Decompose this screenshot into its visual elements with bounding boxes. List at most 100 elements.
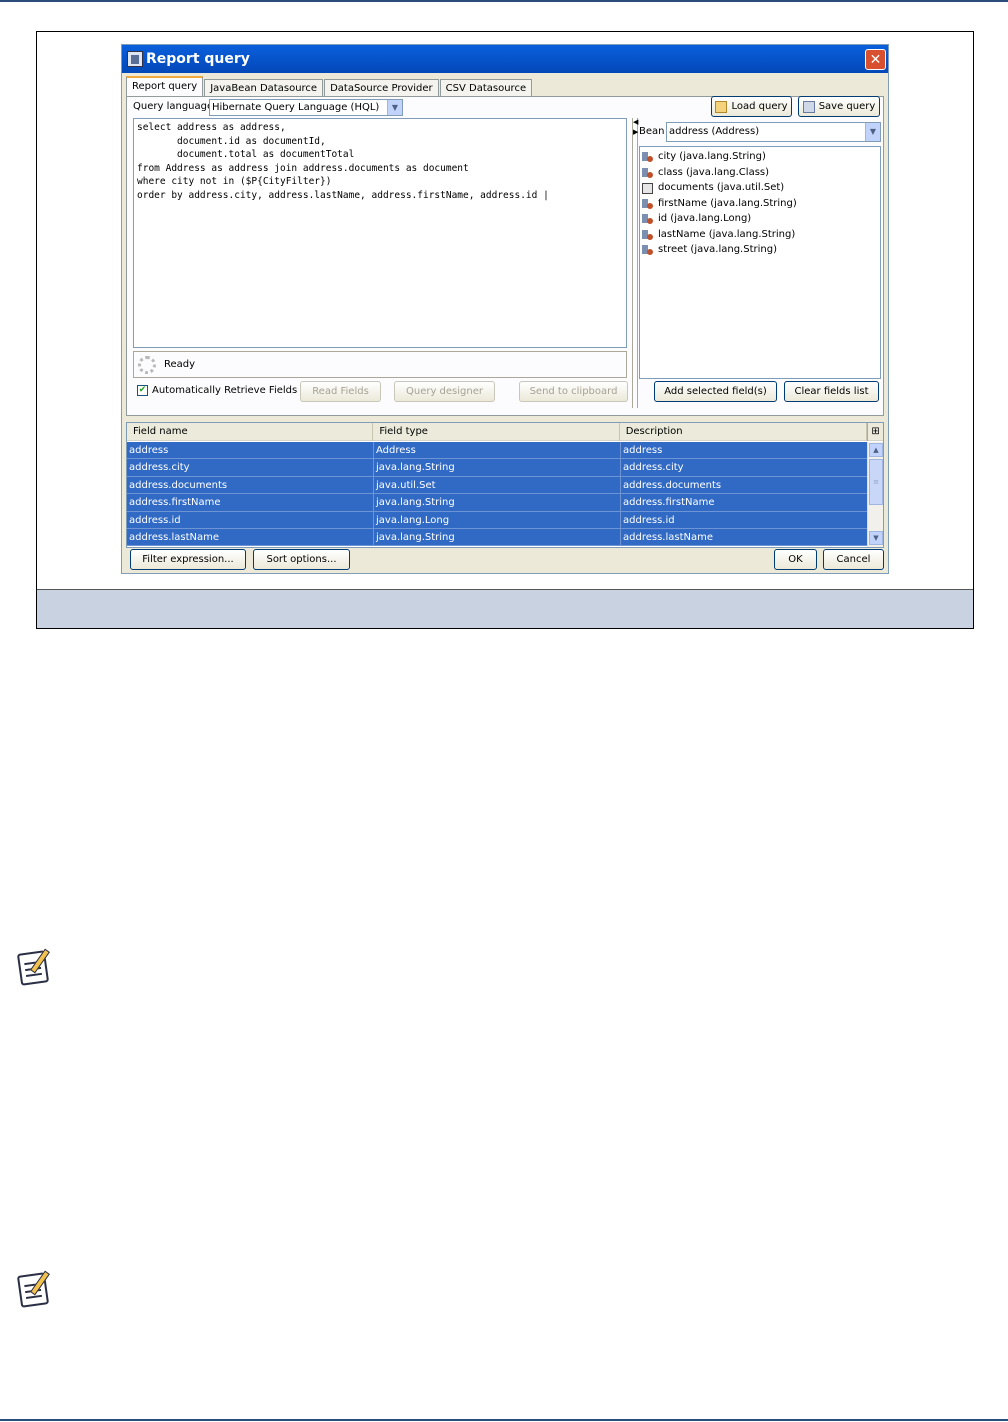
cell-field-name: address bbox=[127, 442, 374, 459]
cell-field-name: address.city bbox=[127, 459, 374, 476]
folder-icon bbox=[715, 100, 728, 113]
query-editor[interactable]: select address as address, document.id a… bbox=[133, 118, 627, 348]
fields-table: Field name Field type Description ⊞ addr… bbox=[126, 422, 884, 548]
save-icon bbox=[802, 100, 815, 113]
auto-retrieve-checkbox[interactable]: ✔ Automatically Retrieve Fields bbox=[137, 385, 297, 396]
figure-caption-band bbox=[37, 589, 973, 628]
panel-splitter[interactable]: ◀ ▶ bbox=[632, 118, 638, 408]
note-icon bbox=[16, 1268, 55, 1308]
field-icon bbox=[642, 167, 653, 178]
cell-field-type: java.util.Set bbox=[374, 476, 621, 494]
cell-description: address.city bbox=[621, 459, 869, 476]
load-query-label: Load query bbox=[731, 101, 788, 112]
field-label: id (java.lang.Long) bbox=[658, 213, 752, 225]
cell-field-type: java.lang.String bbox=[374, 494, 621, 511]
note-icon bbox=[16, 946, 55, 986]
field-label: street (java.lang.String) bbox=[658, 244, 777, 256]
cell-field-type: Address bbox=[374, 442, 621, 459]
table-row[interactable]: address.documents java.util.Set address.… bbox=[127, 476, 869, 495]
list-item[interactable]: lastName (java.lang.String) bbox=[640, 227, 880, 243]
tab-report-query[interactable]: Report query bbox=[126, 76, 204, 97]
read-fields-button[interactable]: Read Fields bbox=[300, 381, 381, 402]
dialog-titlebar[interactable]: Report query ✕ bbox=[122, 45, 888, 73]
query-status-bar: Ready bbox=[133, 351, 627, 378]
column-header-field-type[interactable]: Field type bbox=[373, 423, 620, 441]
column-chooser-icon[interactable]: ⊞ bbox=[867, 423, 883, 441]
field-icon bbox=[642, 229, 653, 240]
field-label: firstName (java.lang.String) bbox=[658, 197, 797, 209]
table-scrollbar[interactable]: ▲ ≡ ▼ bbox=[867, 442, 883, 547]
field-label: lastName (java.lang.String) bbox=[658, 228, 796, 240]
field-icon bbox=[642, 151, 653, 163]
send-to-clipboard-button[interactable]: Send to clipboard bbox=[519, 381, 628, 402]
load-query-button[interactable]: Load query bbox=[711, 96, 792, 117]
report-icon bbox=[127, 51, 143, 67]
set-icon bbox=[642, 182, 653, 195]
cell-field-type: java.lang.String bbox=[374, 459, 621, 476]
tab-strip: Report query JavaBean Datasource DataSou… bbox=[126, 76, 533, 97]
chevron-down-icon: ▼ bbox=[865, 123, 880, 141]
tab-javabean-datasource[interactable]: JavaBean Datasource bbox=[204, 79, 324, 97]
report-query-panel: Query language Hibernate Query Language … bbox=[126, 96, 884, 416]
cell-description: address.firstName bbox=[621, 494, 869, 511]
query-language-value: Hibernate Query Language (HQL) bbox=[212, 102, 380, 113]
table-row[interactable]: address.lastName java.lang.String addres… bbox=[127, 528, 869, 547]
list-item[interactable]: id (java.lang.Long) bbox=[640, 211, 880, 227]
cell-description: address.lastName bbox=[621, 528, 869, 546]
add-selected-fields-button[interactable]: Add selected field(s) bbox=[654, 381, 777, 402]
list-item[interactable]: city (java.lang.String) bbox=[640, 149, 880, 165]
list-item[interactable]: street (java.lang.String) bbox=[640, 242, 880, 258]
table-row[interactable]: address.city java.lang.String address.ci… bbox=[127, 459, 869, 477]
column-header-field-name[interactable]: Field name bbox=[127, 423, 374, 441]
tab-datasource-provider[interactable]: DataSource Provider bbox=[324, 79, 439, 97]
cell-description: address.id bbox=[621, 511, 869, 528]
bean-fields-list: city (java.lang.String) class (java.lang… bbox=[639, 146, 881, 379]
cell-field-name: address.id bbox=[127, 511, 374, 528]
list-item[interactable]: firstName (java.lang.String) bbox=[640, 196, 880, 212]
scroll-up-icon[interactable]: ▲ bbox=[869, 443, 883, 457]
table-header: Field name Field type Description ⊞ bbox=[127, 423, 883, 441]
query-language-label: Query language bbox=[133, 101, 214, 112]
cancel-button[interactable]: Cancel bbox=[823, 549, 884, 570]
report-query-dialog: Report query ✕ Report query JavaBean Dat… bbox=[121, 44, 889, 574]
table-row[interactable]: address.firstName java.lang.String addre… bbox=[127, 494, 869, 512]
cell-field-name: address.lastName bbox=[127, 528, 374, 546]
field-label: class (java.lang.Class) bbox=[658, 166, 770, 178]
cell-field-name: address.documents bbox=[127, 476, 374, 494]
cell-description: address.documents bbox=[621, 476, 869, 494]
cell-description: address bbox=[621, 442, 869, 459]
collapse-right-icon[interactable]: ▶ bbox=[633, 128, 638, 136]
auto-retrieve-label: Automatically Retrieve Fields bbox=[152, 385, 298, 396]
checkmark-icon: ✔ bbox=[137, 385, 148, 396]
field-label: city (java.lang.String) bbox=[658, 151, 766, 163]
query-designer-button[interactable]: Query designer bbox=[394, 381, 495, 402]
column-header-description[interactable]: Description bbox=[620, 423, 868, 441]
save-query-label: Save query bbox=[818, 101, 876, 112]
bean-label: Bean bbox=[639, 126, 665, 137]
clear-fields-list-button[interactable]: Clear fields list bbox=[784, 381, 879, 402]
cell-field-type: java.lang.Long bbox=[374, 511, 621, 528]
cell-field-type: java.lang.String bbox=[374, 528, 621, 546]
field-label: documents (java.util.Set) bbox=[658, 182, 785, 194]
figure-frame: Report query ✕ Report query JavaBean Dat… bbox=[36, 31, 974, 629]
tab-csv-datasource[interactable]: CSV Datasource bbox=[439, 79, 533, 97]
scroll-down-icon[interactable]: ▼ bbox=[869, 531, 883, 545]
bottom-rule bbox=[0, 1419, 1008, 1421]
query-language-select[interactable]: Hibernate Query Language (HQL) ▼ bbox=[209, 99, 403, 116]
close-button[interactable]: ✕ bbox=[865, 49, 886, 70]
bean-value: address (Address) bbox=[669, 126, 760, 137]
bean-select[interactable]: address (Address) ▼ bbox=[666, 122, 881, 142]
list-item[interactable]: class (java.lang.Class) bbox=[640, 165, 880, 181]
table-row[interactable]: address.id java.lang.Long address.id bbox=[127, 511, 869, 529]
save-query-button[interactable]: Save query bbox=[798, 96, 880, 117]
filter-expression-button[interactable]: Filter expression... bbox=[130, 549, 246, 570]
sort-options-button[interactable]: Sort options... bbox=[253, 549, 350, 570]
table-row[interactable]: address Address address bbox=[127, 442, 869, 460]
scroll-thumb[interactable]: ≡ bbox=[869, 459, 883, 505]
field-icon bbox=[642, 213, 653, 225]
ok-button[interactable]: OK bbox=[774, 549, 817, 570]
chevron-down-icon: ▼ bbox=[387, 100, 402, 115]
list-item[interactable]: documents (java.util.Set) bbox=[640, 180, 880, 196]
collapse-left-icon[interactable]: ◀ bbox=[633, 118, 638, 126]
dialog-title: Report query bbox=[146, 51, 250, 67]
